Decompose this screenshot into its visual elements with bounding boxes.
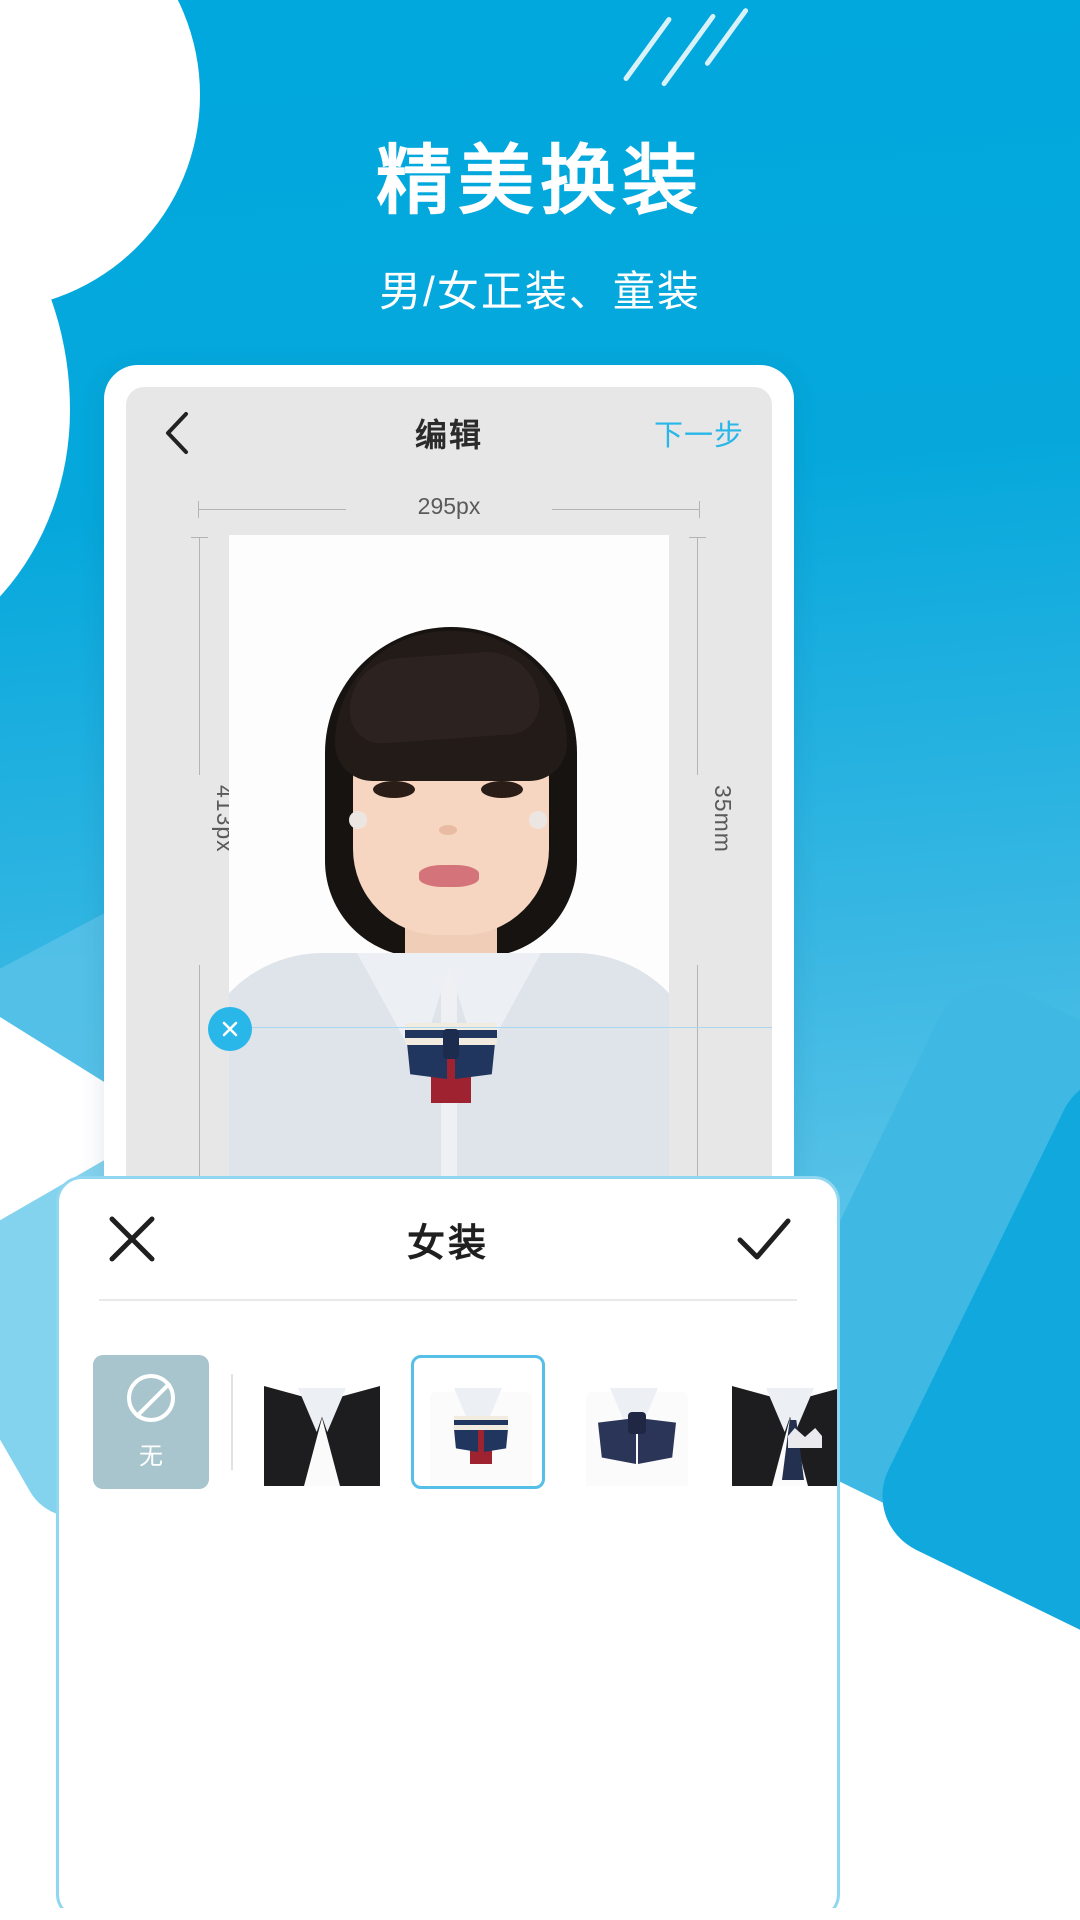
dimension-rule-right <box>552 509 700 510</box>
back-button[interactable] <box>154 410 200 456</box>
next-step-button[interactable]: 下一步 <box>654 412 744 454</box>
cancel-button[interactable] <box>101 1208 163 1270</box>
height-dimension-left: 413px <box>170 535 238 1225</box>
width-dimension: 295px <box>126 483 772 535</box>
portrait-earring-right <box>529 811 547 829</box>
no-entry-icon <box>127 1373 175 1422</box>
garment-option-none-label: 无 <box>139 1442 163 1470</box>
garment-guide-line <box>229 1027 772 1028</box>
portrait-eye-right <box>481 781 523 798</box>
ruler-line-top <box>199 537 200 775</box>
bowtie-navy-right <box>455 1039 495 1079</box>
dimension-cap-right <box>699 501 700 518</box>
height-dimension-right: 35mm <box>668 535 736 1225</box>
garment-option-black-suit-pocket-square[interactable] <box>723 1355 837 1489</box>
close-circle-icon <box>219 1018 241 1040</box>
id-photo-preview[interactable] <box>229 535 669 1225</box>
promo-text-block: 精美换装 男/女正装、童装 <box>0 140 1080 319</box>
garment-option-white-shirt-navy-ribbon[interactable] <box>567 1355 701 1489</box>
remove-garment-button[interactable] <box>208 1007 252 1051</box>
app-navbar: 编辑 下一步 <box>126 387 772 479</box>
thumbnail-separator <box>231 1374 233 1470</box>
bowtie-navy-left <box>407 1039 447 1079</box>
bowtie-knot <box>443 1029 459 1059</box>
promo-headline: 精美换装 <box>376 139 704 224</box>
photo-editor-area: 413px 35mm <box>126 535 772 1225</box>
garment-option-none[interactable]: 无 <box>93 1355 209 1489</box>
thumb-ribbon-knot <box>628 1412 646 1434</box>
close-icon <box>105 1212 159 1266</box>
thumb-ribbon <box>598 1412 676 1468</box>
print-height-dimension-label: 35mm <box>710 785 736 853</box>
portrait-nose <box>439 825 457 835</box>
page-bottom-edge <box>0 1908 1080 1920</box>
garment-picker-header: 女装 <box>59 1179 837 1299</box>
thumb-bowtie <box>454 1416 508 1464</box>
thumb-bowtie-stripe <box>454 1416 508 1430</box>
garment-picker-title: 女装 <box>406 1222 489 1265</box>
portrait-lips <box>419 865 479 887</box>
garment-option-white-shirt-striped-bowtie[interactable] <box>411 1355 545 1489</box>
chevron-left-icon <box>164 411 190 455</box>
confirm-button[interactable] <box>733 1208 795 1270</box>
check-icon <box>735 1212 793 1266</box>
garment-option-black-suit-white-shirt[interactable] <box>255 1355 389 1489</box>
garment-picker-sheet: 女装 无 <box>56 1176 840 1920</box>
width-dimension-label: 295px <box>417 493 481 519</box>
height-dimension-label: 413px <box>212 785 238 853</box>
ruler-line-top <box>697 537 698 775</box>
portrait-bowtie <box>405 1023 497 1103</box>
promo-subheadline: 男/女正装、童装 <box>379 267 701 315</box>
portrait-earring-left <box>349 811 367 829</box>
garment-thumbnail-list: 无 <box>59 1301 837 1489</box>
portrait-eye-left <box>373 781 415 798</box>
